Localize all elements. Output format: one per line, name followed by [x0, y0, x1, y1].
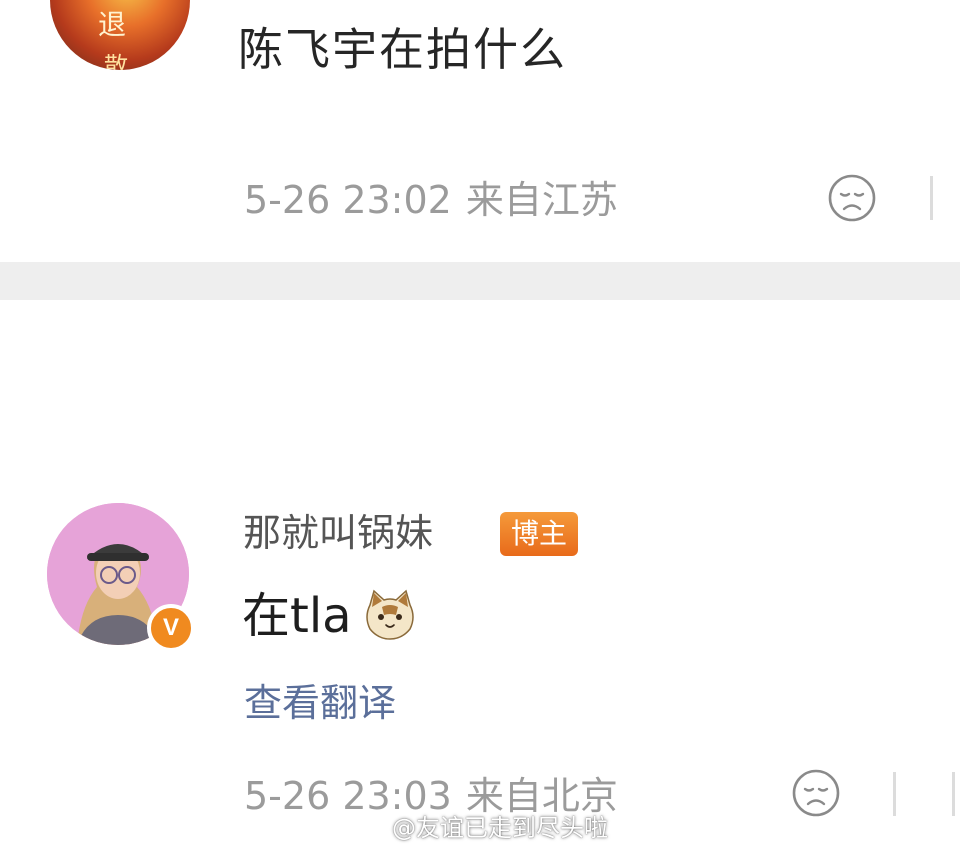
verified-badge: V	[147, 604, 195, 652]
comment-meta: 5-26 23:02 来自江苏	[244, 178, 618, 222]
cat-face-icon	[366, 589, 414, 640]
comment-text: 在tla	[242, 588, 352, 644]
comment-text: 陈飞宇在拍什么	[238, 23, 568, 76]
watermark-text: @友谊已走到尽头啦	[392, 814, 608, 842]
avatar[interactable]: 退 散	[50, 0, 190, 70]
divider	[930, 176, 933, 220]
comment-date: 5-26 23:02	[244, 178, 452, 222]
sad-face-icon[interactable]	[791, 768, 841, 818]
watermark: @友谊已走到尽头啦	[356, 812, 608, 844]
sad-face-icon[interactable]	[827, 173, 877, 223]
comment-item-1: 退 散 陈飞宇在拍什么 5-26 23:02 来自江苏	[0, 0, 960, 262]
username[interactable]: 那就叫锅妹	[243, 508, 433, 558]
comment-location: 来自江苏	[465, 178, 618, 222]
avatar-overlay-text: 散	[104, 52, 128, 70]
divider	[952, 772, 955, 816]
avatar-overlay-text: 退	[98, 8, 127, 41]
section-separator	[0, 262, 960, 300]
divider	[893, 772, 896, 816]
view-translation-link[interactable]: 查看翻译	[244, 680, 396, 726]
blogger-tag: 博主	[500, 512, 578, 556]
